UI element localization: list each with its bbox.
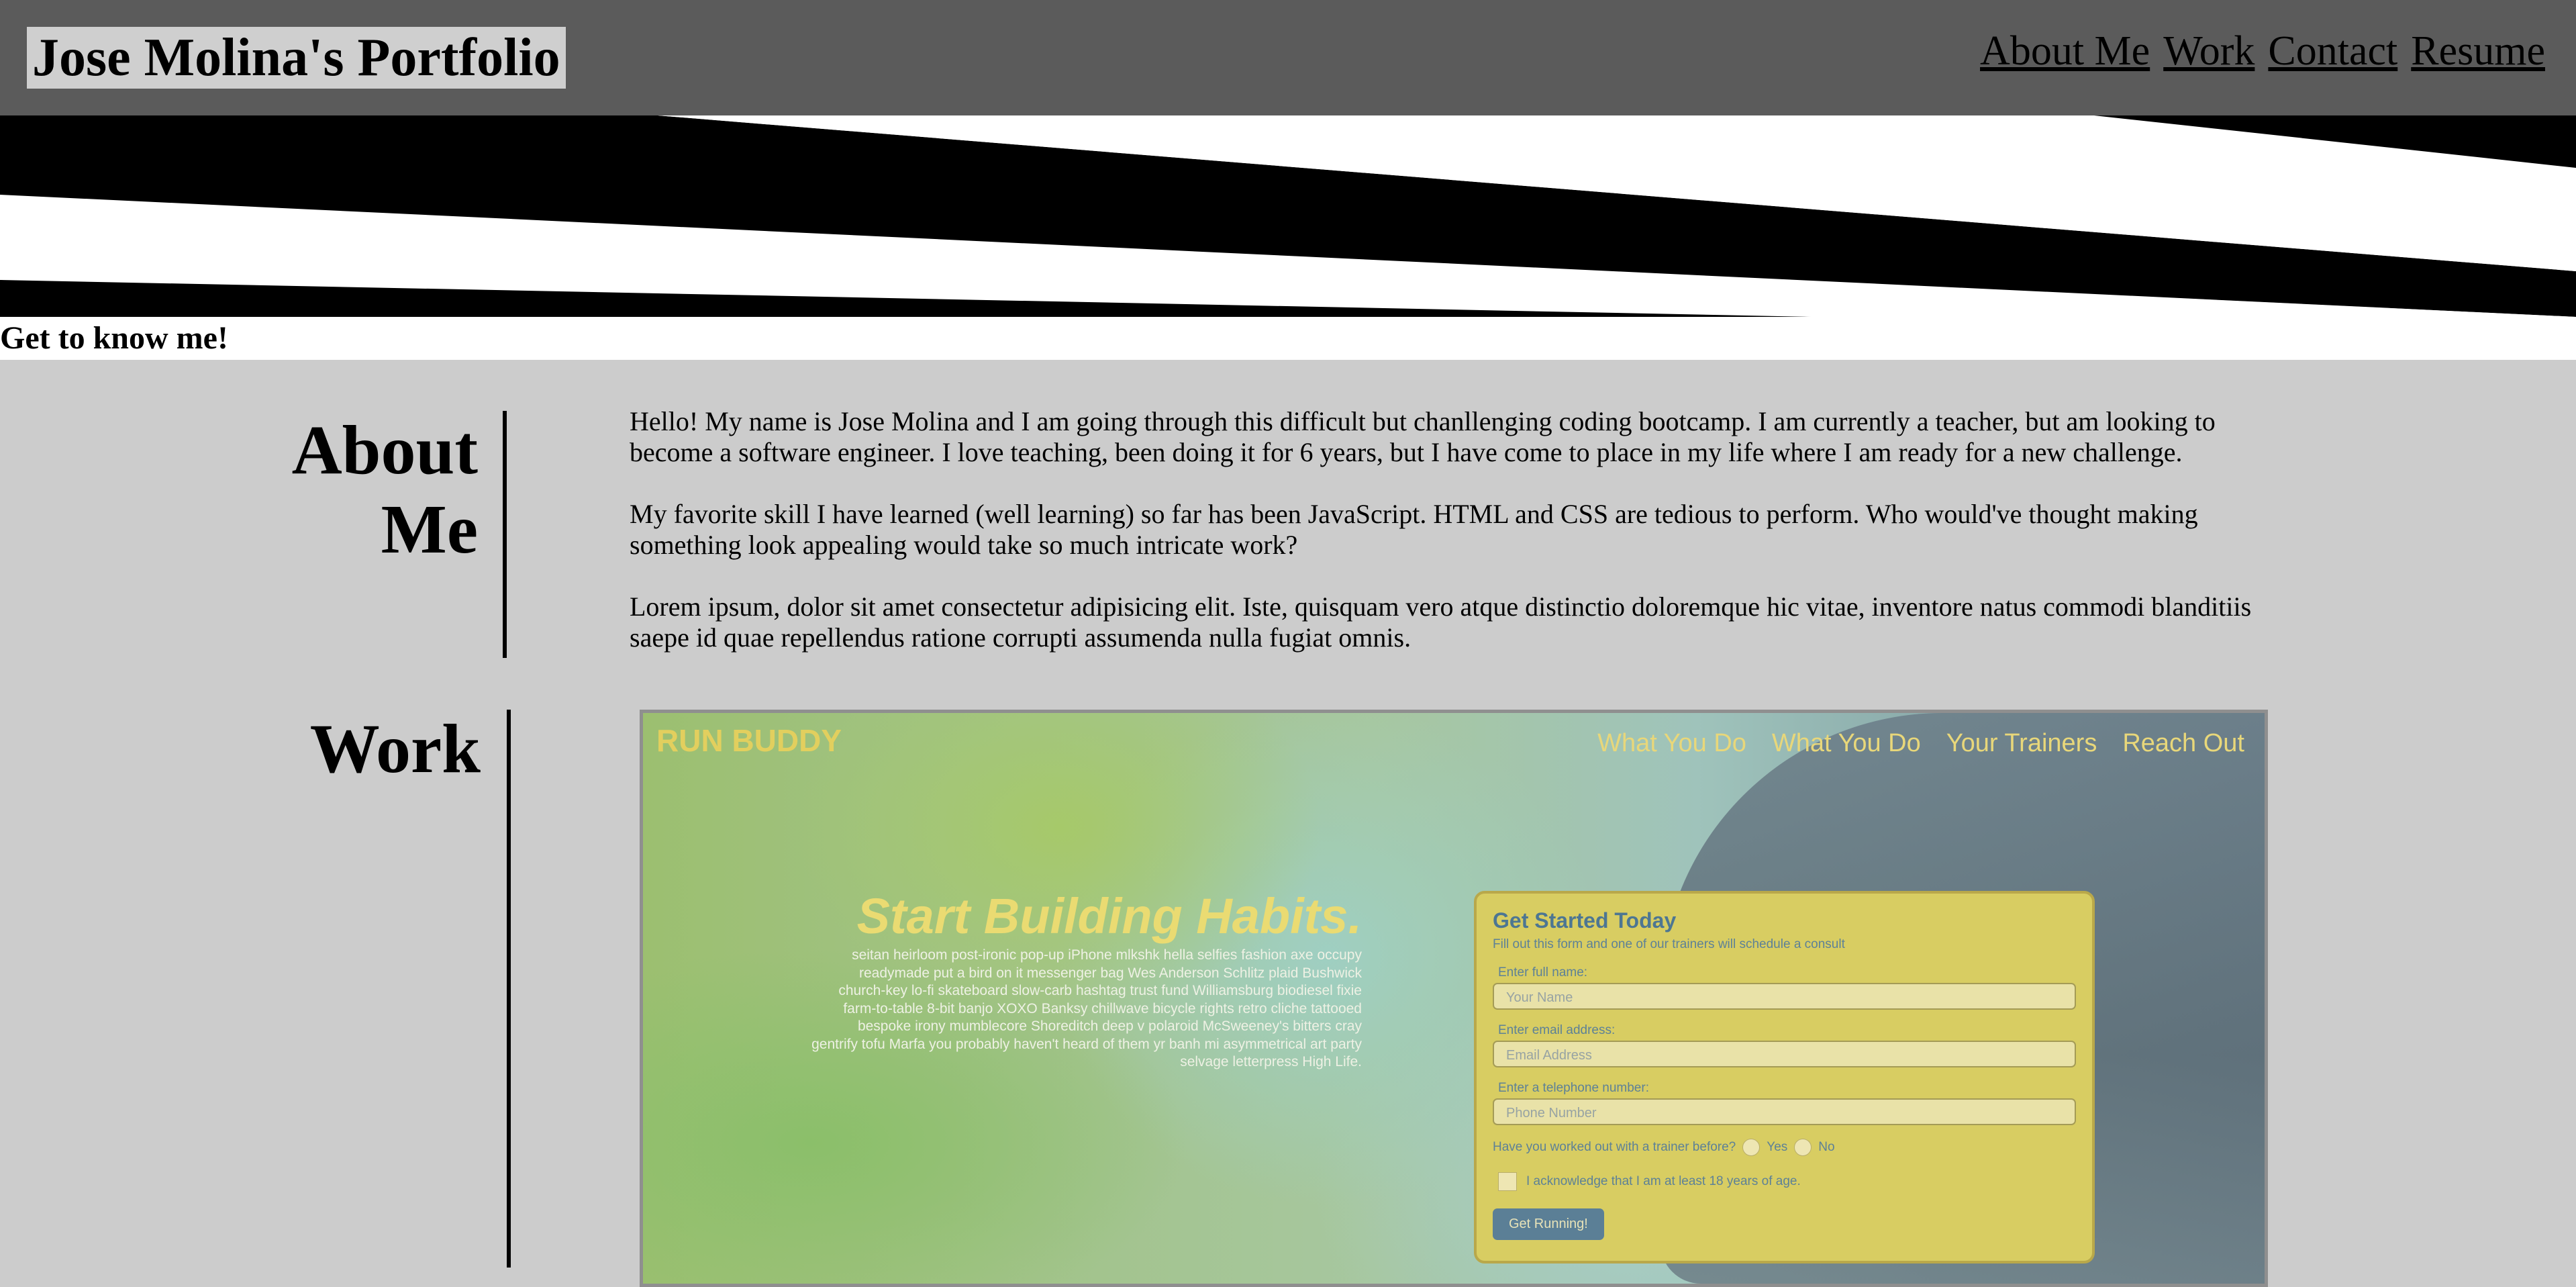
intro-strip: Get to know me! [0, 317, 2576, 360]
project-logo: RUN BUDDY [656, 723, 842, 758]
about-paragraph: Lorem ipsum, dolor sit amet consectetur … [630, 591, 2252, 653]
project-nav: What You Do What You Do Your Trainers Re… [1597, 729, 2244, 758]
hero-banner [0, 115, 2576, 317]
work-divider [507, 710, 511, 1268]
about-paragraph: My favorite skill I have learned (well l… [630, 499, 2198, 560]
project-nav-item: Your Trainers [1946, 729, 2097, 757]
nav-work[interactable]: Work [2163, 24, 2255, 78]
radio-yes [1742, 1139, 1761, 1156]
site-header: Jose Molina's Portfolio About Me Work Co… [0, 0, 2576, 115]
main-nav: About Me Work Contact Resume [1980, 24, 2545, 78]
name-field: Your Name [1493, 983, 2076, 1010]
hero-stripes [0, 115, 2576, 317]
intro-heading: Get to know me! [0, 320, 228, 356]
about-heading-line2: Me [381, 491, 478, 568]
age-checkbox [1498, 1172, 1517, 1191]
project-nav-item: Reach Out [2122, 729, 2244, 757]
nav-contact[interactable]: Contact [2268, 24, 2397, 78]
about-heading: About Me [255, 411, 478, 569]
phone-label: Enter a telephone number: [1498, 1081, 1649, 1095]
form-subtitle: Fill out this form and one of our traine… [1493, 937, 1845, 951]
radio-yes-label: Yes [1767, 1140, 1788, 1154]
age-ack-row: I acknowledge that I am at least 18 year… [1498, 1172, 2076, 1191]
project-nav-item: What You Do [1771, 729, 1921, 757]
project-signup-form: Get Started Today Fill out this form and… [1474, 891, 2095, 1264]
about-paragraph: Hello! My name is Jose Molina and I am g… [630, 406, 2216, 467]
project-hero-title: Start Building Habits. [856, 888, 1362, 944]
radio-no [1794, 1139, 1812, 1156]
about-heading-line1: About [291, 412, 478, 489]
project-nav-item: What You Do [1597, 729, 1746, 757]
nav-resume[interactable]: Resume [2411, 24, 2545, 78]
age-ack-label: I acknowledge that I am at least 18 year… [1526, 1174, 1801, 1188]
project-hero-text: seitan heirloom post-ironic pop-up iPhon… [811, 947, 1362, 1069]
about-text: Hello! My name is Jose Molina and I am g… [630, 406, 2267, 684]
work-heading: Work [309, 710, 481, 788]
project-screenshot-run-buddy[interactable]: RUN BUDDY What You Do What You Do Your T… [640, 710, 2268, 1287]
trainer-question-row: Have you worked out with a trainer befor… [1493, 1139, 2076, 1156]
email-label: Enter email address: [1498, 1023, 1616, 1037]
nav-about-me[interactable]: About Me [1980, 24, 2150, 78]
email-field: Email Address [1493, 1041, 2076, 1067]
site-title: Jose Molina's Portfolio [27, 27, 566, 89]
form-title: Get Started Today [1493, 908, 1677, 933]
get-running-button: Get Running! [1493, 1208, 1604, 1240]
name-label: Enter full name: [1498, 965, 1588, 980]
radio-no-label: No [1818, 1140, 1835, 1154]
trainer-question: Have you worked out with a trainer befor… [1493, 1140, 1736, 1154]
phone-field: Phone Number [1493, 1098, 2076, 1125]
about-divider [503, 411, 507, 658]
